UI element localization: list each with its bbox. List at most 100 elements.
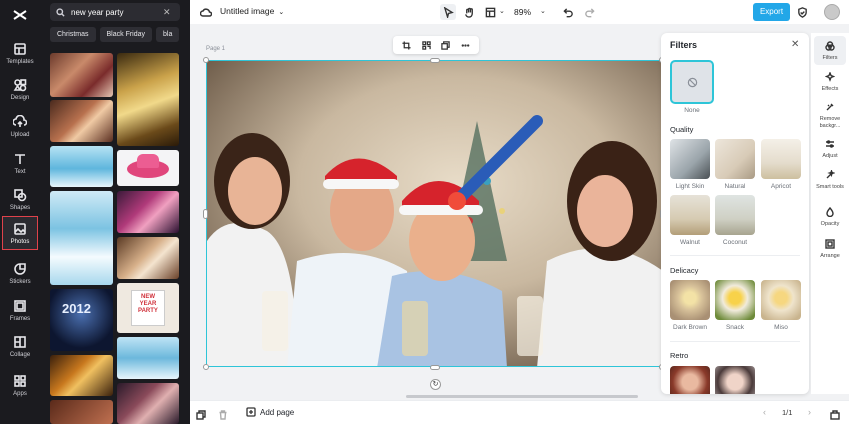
more-options-icon[interactable] <box>461 41 470 50</box>
prop-filters[interactable]: Filters <box>814 36 846 65</box>
rail-item-shapes[interactable]: Shapes <box>2 182 38 216</box>
prop-label: Adjust <box>822 153 838 159</box>
shield-button[interactable] <box>794 4 810 20</box>
search-input[interactable] <box>71 7 163 17</box>
photo-thumbnail[interactable]: NEW YEAR PARTY <box>117 283 179 333</box>
chevron-down-icon: ⌄ <box>278 9 285 16</box>
prop-arrange[interactable]: Arrange <box>814 237 846 260</box>
resize-handle-left[interactable] <box>203 209 208 219</box>
hand-icon <box>464 7 473 18</box>
pages-panel-icon <box>830 410 840 420</box>
horizontal-scrollbar[interactable] <box>406 395 638 398</box>
photo-thumbnail[interactable] <box>117 383 179 424</box>
document-title[interactable]: Untitled image ⌄ <box>220 6 284 16</box>
photo-thumbnail[interactable] <box>50 100 113 142</box>
crop-icon[interactable] <box>402 40 411 50</box>
close-icon[interactable]: ✕ <box>791 39 799 50</box>
filter-snack[interactable] <box>715 280 755 320</box>
prop-opacity[interactable]: Opacity <box>814 205 846 228</box>
chip-black-friday[interactable]: Black Friday <box>99 27 153 42</box>
filter-label: Snack <box>725 324 745 331</box>
filter-natural[interactable] <box>715 139 755 179</box>
rail-item-text[interactable]: Text <box>2 146 38 180</box>
previous-page-icon[interactable]: ‹ <box>763 407 766 417</box>
rail-item-upload[interactable]: Upload <box>2 109 38 143</box>
undo-button[interactable] <box>560 4 576 20</box>
apps-icon <box>13 374 27 388</box>
shapes-icon <box>13 188 27 202</box>
layout-icon <box>485 7 495 17</box>
selected-image-new-year-party[interactable] <box>206 60 662 367</box>
photo-thumbnail[interactable] <box>50 355 113 396</box>
prop-adjust[interactable]: Adjust <box>814 137 846 160</box>
rail-item-design[interactable]: Design <box>2 72 38 106</box>
rotate-icon[interactable]: ↻ <box>430 379 441 390</box>
zoom-level[interactable]: 89% <box>514 7 531 17</box>
prop-effects[interactable]: Effects <box>814 70 846 93</box>
photo-thumbnail[interactable] <box>50 146 113 187</box>
filter-light-skin[interactable] <box>670 139 710 179</box>
resize-handle-top[interactable] <box>430 58 440 63</box>
add-page-button[interactable]: Add page <box>246 407 294 417</box>
prop-label: Smart tools <box>816 184 844 190</box>
filter-dark-brown[interactable] <box>670 280 710 320</box>
filter-label: None <box>684 107 700 114</box>
delete-page-button[interactable] <box>218 407 230 420</box>
filter-apricot[interactable] <box>761 139 801 179</box>
chip-bla[interactable]: bla <box>156 27 180 42</box>
qr-scan-icon[interactable] <box>422 40 431 50</box>
expand-pages-button[interactable] <box>830 407 842 420</box>
photo-thumbnail[interactable] <box>50 191 113 285</box>
export-button[interactable]: Export <box>753 3 790 21</box>
prop-remove-background[interactable]: Remove backgr... <box>814 100 846 129</box>
photo-thumbnail[interactable] <box>117 53 179 146</box>
filter-none[interactable] <box>670 60 714 104</box>
hand-tool-button[interactable] <box>461 4 477 20</box>
photo-thumbnail[interactable] <box>50 400 113 424</box>
filter-retro-1[interactable] <box>670 366 710 394</box>
rail-item-collage[interactable]: Collage <box>2 329 38 363</box>
photos-icon <box>13 222 27 236</box>
chevron-down-icon[interactable]: ⌄ <box>540 7 546 15</box>
filter-label: Miso <box>774 324 788 331</box>
filter-miso[interactable] <box>761 280 801 320</box>
photo-thumbnail[interactable] <box>50 53 113 97</box>
rail-item-label: Frames <box>9 315 31 322</box>
rail-item-label: Photos <box>10 238 30 245</box>
filter-label: Natural <box>724 183 746 190</box>
filter-walnut[interactable] <box>670 195 710 235</box>
prop-smart-tools[interactable]: Smart tools <box>814 168 846 191</box>
photo-search-box[interactable]: ✕ <box>50 3 180 21</box>
photo-thumbnail[interactable] <box>117 337 179 379</box>
filter-retro-2[interactable] <box>715 366 755 394</box>
select-tool-button[interactable] <box>440 4 456 20</box>
filter-label: Walnut <box>680 239 700 246</box>
undo-icon <box>562 7 573 17</box>
filter-coconut[interactable] <box>715 195 755 235</box>
photo-thumbnail[interactable] <box>117 150 179 186</box>
resize-handle-bottom-left[interactable] <box>203 364 209 370</box>
next-page-icon[interactable]: › <box>808 407 811 417</box>
photo-thumbnail[interactable] <box>117 237 179 279</box>
layers-button[interactable] <box>196 407 208 420</box>
layout-button[interactable] <box>482 4 498 20</box>
resize-handle-top-left[interactable] <box>203 57 209 63</box>
clear-search-icon[interactable]: ✕ <box>163 7 171 18</box>
resize-handle-bottom[interactable] <box>430 365 440 370</box>
rail-item-stickers[interactable]: Stickers <box>2 256 38 290</box>
rail-item-apps[interactable]: Apps <box>2 368 38 402</box>
rail-item-templates[interactable]: Templates <box>2 36 38 70</box>
section-delicacy: Delicacy <box>670 266 699 275</box>
rail-item-photos[interactable]: Photos <box>2 216 38 250</box>
redo-button[interactable] <box>581 4 597 20</box>
photo-thumbnail[interactable]: 2012 <box>50 289 113 351</box>
capcut-logo-icon[interactable] <box>11 6 29 24</box>
user-avatar[interactable] <box>824 4 840 20</box>
prop-label: Opacity <box>820 221 840 227</box>
rail-item-frames[interactable]: Frames <box>2 293 38 327</box>
chevron-down-icon[interactable]: ⌄ <box>499 7 505 15</box>
chip-christmas[interactable]: Christmas <box>50 27 96 42</box>
prop-label: Remove backgr... <box>819 116 841 129</box>
duplicate-icon[interactable] <box>441 40 450 50</box>
photo-thumbnail[interactable] <box>117 191 179 233</box>
